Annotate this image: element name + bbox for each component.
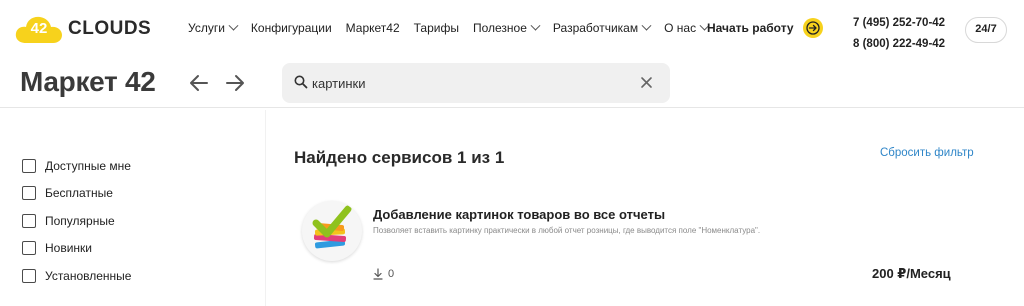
checkbox[interactable] (22, 186, 36, 201)
checkbox[interactable] (22, 158, 36, 173)
filter-label: Популярные (45, 213, 115, 228)
service-description: Позволяет вставить картинку практически … (373, 226, 761, 235)
phone-link-1[interactable]: 7 (495) 252-70-42 (853, 13, 945, 34)
nav-item-tariffs[interactable]: Тарифы (414, 21, 459, 35)
reset-filter-link[interactable]: Сбросить фильтр (880, 147, 974, 159)
arrow-right-icon (226, 75, 244, 91)
service-title[interactable]: Добавление картинок товаров во все отчет… (373, 207, 665, 222)
filter-list: Доступные мне Бесплатные Популярные Нови… (22, 152, 242, 290)
filter-label: Установленные (45, 268, 132, 283)
filter-label: Доступные мне (45, 158, 131, 173)
logo[interactable]: 42 CLOUDS (14, 13, 151, 45)
checkbox[interactable] (22, 268, 36, 283)
start-work-button[interactable]: Начать работу (707, 18, 823, 38)
download-icon (373, 268, 383, 280)
support-24-7-badge[interactable]: 24/7 (965, 17, 1007, 43)
nav-label: Тарифы (413, 21, 459, 35)
arrow-right-circle-icon (802, 18, 823, 38)
checkbox[interactable] (22, 241, 36, 256)
nav-label: Услуги (188, 21, 225, 35)
sidebar-divider (265, 110, 266, 306)
main-nav: Услуги Конфигурации Маркет42 Тарифы Поле… (188, 20, 722, 35)
chevron-down-icon (641, 20, 652, 31)
downloads-count: 0 (373, 268, 394, 280)
phone-link-2[interactable]: 8 (800) 222-49-42 (853, 34, 945, 55)
logo-number: 42 (30, 20, 48, 37)
nav-item-developers[interactable]: Разработчикам (552, 20, 652, 35)
contact-phones: 7 (495) 252-70-42 8 (800) 222-49-42 (853, 13, 945, 55)
close-icon[interactable] (640, 76, 653, 89)
nav-item-configurations[interactable]: Конфигурации (251, 21, 332, 35)
nav-label: Разработчикам (552, 21, 639, 35)
site-header: 42 CLOUDS Услуги Конфигурации Маркет42 Т… (0, 0, 1024, 60)
service-card[interactable]: Добавление картинок товаров во все отчет… (294, 196, 994, 296)
start-work-label: Начать работу (707, 21, 794, 35)
cloud-logo-icon: 42 (14, 13, 64, 45)
service-price: 200 ₽/Месяц (872, 266, 951, 281)
stacked-pictures-checkmark-icon (302, 201, 362, 261)
search-icon (294, 75, 308, 89)
chevron-down-icon (228, 20, 239, 31)
nav-item-services[interactable]: Услуги (188, 20, 239, 35)
results-heading: Найдено сервисов 1 из 1 (294, 148, 505, 167)
nav-label: Маркет42 (345, 21, 400, 35)
filter-label: Новинки (45, 241, 92, 256)
back-button[interactable] (186, 70, 212, 96)
nav-label: Конфигурации (250, 21, 332, 35)
filter-label: Бесплатные (45, 186, 113, 201)
search-box (282, 63, 670, 103)
nav-item-about[interactable]: О нас (664, 20, 710, 35)
filter-available-to-me[interactable]: Доступные мне (22, 152, 242, 180)
page-toolbar: Маркет 42 (0, 60, 1024, 108)
filter-popular[interactable]: Популярные (22, 207, 242, 235)
chevron-down-icon (530, 20, 541, 31)
logo-text: CLOUDS (68, 18, 152, 39)
nav-label: Полезное (472, 21, 527, 35)
nav-item-useful[interactable]: Полезное (472, 20, 541, 35)
checkbox[interactable] (22, 213, 36, 228)
nav-label: О нас (664, 21, 697, 35)
filter-free[interactable]: Бесплатные (22, 180, 242, 208)
page-title: Маркет 42 (20, 66, 156, 97)
downloads-value: 0 (388, 268, 395, 280)
forward-button[interactable] (222, 70, 248, 96)
search-input[interactable] (312, 72, 632, 94)
arrow-left-icon (190, 75, 208, 91)
filter-new[interactable]: Новинки (22, 235, 242, 263)
filter-installed[interactable]: Установленные (22, 262, 242, 290)
nav-item-market42[interactable]: Маркет42 (346, 21, 400, 35)
